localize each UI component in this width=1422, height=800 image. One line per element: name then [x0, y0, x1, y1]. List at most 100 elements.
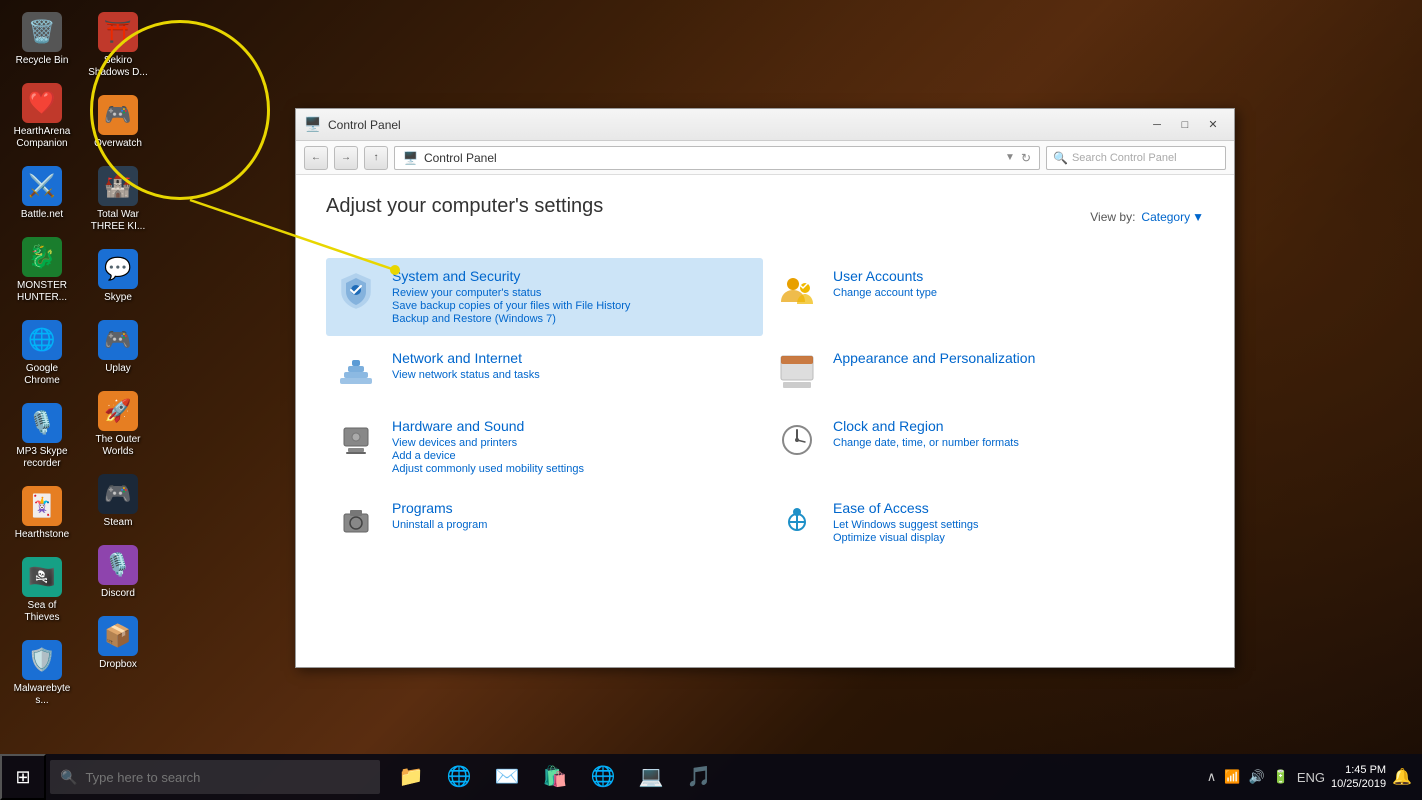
desktop-icon-overwatch[interactable]: 🎮 Overwatch: [84, 91, 152, 154]
icon-image-hearthstone: 🃏: [22, 486, 62, 526]
category-link-system-security-0[interactable]: Review your computer's status: [392, 287, 755, 299]
category-info-hardware-sound: Hardware and Sound View devices and print…: [392, 418, 755, 476]
category-link-ease-of-access-0[interactable]: Let Windows suggest settings: [833, 519, 1196, 531]
icon-label-discord: Discord: [101, 588, 135, 600]
taskbar-search-icon: 🔍: [60, 769, 77, 786]
nav-forward-button[interactable]: →: [334, 146, 358, 170]
desktop-icon-sekiro[interactable]: ⛩️ Sekiro Shadows D...: [84, 8, 152, 83]
category-icon-system-security: [334, 268, 378, 312]
category-link-network-internet-0[interactable]: View network status and tasks: [392, 369, 755, 381]
desktop-icon-total-war[interactable]: 🏰 Total War THREE KI...: [84, 162, 152, 237]
category-item-user-accounts[interactable]: User Accounts Change account type: [767, 258, 1204, 336]
category-link-system-security-1[interactable]: Save backup copies of your files with Fi…: [392, 300, 755, 312]
category-info-user-accounts: User Accounts Change account type: [833, 268, 1196, 300]
category-title-programs[interactable]: Programs: [392, 500, 755, 516]
icon-label-mp3-skype: MP3 Skype recorder: [12, 446, 72, 470]
category-link-ease-of-access-1[interactable]: Optimize visual display: [833, 532, 1196, 544]
desktop-icon-google-chrome[interactable]: 🌐 Google Chrome: [8, 316, 76, 391]
category-link-programs-0[interactable]: Uninstall a program: [392, 519, 755, 531]
desktop: 🗑️ Recycle Bin ❤️ HearthArena Companion …: [0, 0, 1422, 800]
desktop-icon-sea-of-thieves[interactable]: 🏴‍☠️ Sea of Thieves: [8, 553, 76, 628]
desktop-icon-skype[interactable]: 💬 Skype: [84, 245, 152, 308]
desktop-icon-discord[interactable]: 🎙️ Discord: [84, 541, 152, 604]
desktop-icon-hearthstone[interactable]: 🃏 Hearthstone: [8, 482, 76, 545]
network-icon[interactable]: 📶: [1224, 769, 1240, 785]
icon-label-outer-worlds: The Outer Worlds: [88, 434, 148, 458]
taskbar-app-mail[interactable]: ✉️: [484, 754, 530, 800]
taskbar-app-store[interactable]: 🛍️: [532, 754, 578, 800]
desktop-icon-mp3-skype[interactable]: 🎙️ MP3 Skype recorder: [8, 399, 76, 474]
taskbar-app-chrome-tb[interactable]: 🌐: [580, 754, 626, 800]
icon-label-uplay: Uplay: [105, 363, 131, 375]
desktop-icon-uplay[interactable]: 🎮 Uplay: [84, 316, 152, 379]
address-field[interactable]: 🖥️ Control Panel ▼ ↻: [394, 146, 1040, 170]
view-by-control: View by: Category ▼: [1090, 210, 1204, 224]
close-button[interactable]: ✕: [1200, 115, 1226, 135]
category-item-programs[interactable]: Programs Uninstall a program: [326, 490, 763, 555]
category-item-system-security[interactable]: System and Security Review your computer'…: [326, 258, 763, 336]
address-refresh-icon[interactable]: ↻: [1021, 151, 1031, 165]
category-item-clock-region[interactable]: Clock and Region Change date, time, or nu…: [767, 408, 1204, 486]
taskbar-app-tablet[interactable]: 💻: [628, 754, 674, 800]
category-title-hardware-sound[interactable]: Hardware and Sound: [392, 418, 755, 434]
category-title-user-accounts[interactable]: User Accounts: [833, 268, 1196, 284]
nav-back-button[interactable]: ←: [304, 146, 328, 170]
category-title-system-security[interactable]: System and Security: [392, 268, 755, 284]
page-title: Adjust your computer's settings: [326, 195, 603, 218]
view-by-label: View by:: [1090, 210, 1135, 224]
notification-button[interactable]: 🔔: [1392, 767, 1412, 787]
icon-image-outer-worlds: 🚀: [98, 391, 138, 431]
category-link-hardware-sound-1[interactable]: Add a device: [392, 450, 755, 462]
address-icon: 🖥️: [403, 151, 418, 165]
language-label[interactable]: ENG: [1297, 770, 1325, 785]
category-title-clock-region[interactable]: Clock and Region: [833, 418, 1196, 434]
category-link-hardware-sound-2[interactable]: Adjust commonly used mobility settings: [392, 463, 755, 475]
control-panel-window: 🖥️ Control Panel ─ □ ✕ ← → ↑ 🖥️ Control …: [295, 108, 1235, 668]
tray-arrow[interactable]: ∧: [1207, 769, 1217, 785]
taskbar-search-input[interactable]: [85, 770, 370, 785]
battery-icon[interactable]: 🔋: [1273, 769, 1289, 785]
category-item-appearance-personalization[interactable]: Appearance and Personalization: [767, 340, 1204, 404]
taskbar-clock[interactable]: 1:45 PM 10/25/2019: [1331, 763, 1386, 792]
maximize-button[interactable]: □: [1172, 115, 1198, 135]
view-by-select[interactable]: Category ▼: [1141, 210, 1204, 224]
desktop-icon-hearthstone-arena[interactable]: ❤️ HearthArena Companion: [8, 79, 76, 154]
category-link-user-accounts-0[interactable]: Change account type: [833, 287, 1196, 299]
category-icon-ease-of-access: [775, 500, 819, 544]
category-icon-clock-region: [775, 418, 819, 462]
category-title-appearance-personalization[interactable]: Appearance and Personalization: [833, 350, 1196, 366]
category-info-network-internet: Network and Internet View network status …: [392, 350, 755, 382]
desktop-icon-steam[interactable]: 🎮 Steam: [84, 470, 152, 533]
taskbar-app-edge[interactable]: 🌐: [436, 754, 482, 800]
desktop-icon-monster-hunter[interactable]: 🐉 MONSTER HUNTER...: [8, 233, 76, 308]
desktop-icon-malwarebytes[interactable]: 🛡️ Malwarebytes...: [8, 636, 76, 711]
category-item-hardware-sound[interactable]: Hardware and Sound View devices and print…: [326, 408, 763, 486]
icon-label-battle-net: Battle.net: [21, 209, 63, 221]
desktop-icon-dropbox[interactable]: 📦 Dropbox: [84, 612, 152, 675]
desktop-icon-recycle-bin[interactable]: 🗑️ Recycle Bin: [8, 8, 76, 71]
category-item-ease-of-access[interactable]: Ease of Access Let Windows suggest settin…: [767, 490, 1204, 555]
desktop-icon-battle-net[interactable]: ⚔️ Battle.net: [8, 162, 76, 225]
icon-image-battle-net: ⚔️: [22, 166, 62, 206]
address-dropdown-icon[interactable]: ▼: [1005, 152, 1015, 163]
start-button[interactable]: ⊞: [0, 754, 46, 800]
taskbar-app-file-explorer[interactable]: 📁: [388, 754, 434, 800]
taskbar-app-music[interactable]: 🎵: [676, 754, 722, 800]
category-link-clock-region-0[interactable]: Change date, time, or number formats: [833, 437, 1196, 449]
icon-image-sekiro: ⛩️: [98, 12, 138, 52]
category-title-ease-of-access[interactable]: Ease of Access: [833, 500, 1196, 516]
desktop-icon-outer-worlds[interactable]: 🚀 The Outer Worlds: [84, 387, 152, 462]
volume-icon[interactable]: 🔊: [1248, 769, 1264, 785]
category-title-network-internet[interactable]: Network and Internet: [392, 350, 755, 366]
minimize-button[interactable]: ─: [1144, 115, 1170, 135]
category-icon-hardware-sound: [334, 418, 378, 462]
category-info-system-security: System and Security Review your computer'…: [392, 268, 755, 326]
taskbar-search-box[interactable]: 🔍: [50, 760, 380, 794]
category-link-system-security-2[interactable]: Backup and Restore (Windows 7): [392, 313, 755, 325]
icon-image-monster-hunter: 🐉: [22, 237, 62, 277]
search-field[interactable]: 🔍 Search Control Panel: [1046, 146, 1226, 170]
category-link-hardware-sound-0[interactable]: View devices and printers: [392, 437, 755, 449]
category-item-network-internet[interactable]: Network and Internet View network status …: [326, 340, 763, 404]
clock-time: 1:45 PM: [1331, 763, 1386, 777]
nav-up-button[interactable]: ↑: [364, 146, 388, 170]
